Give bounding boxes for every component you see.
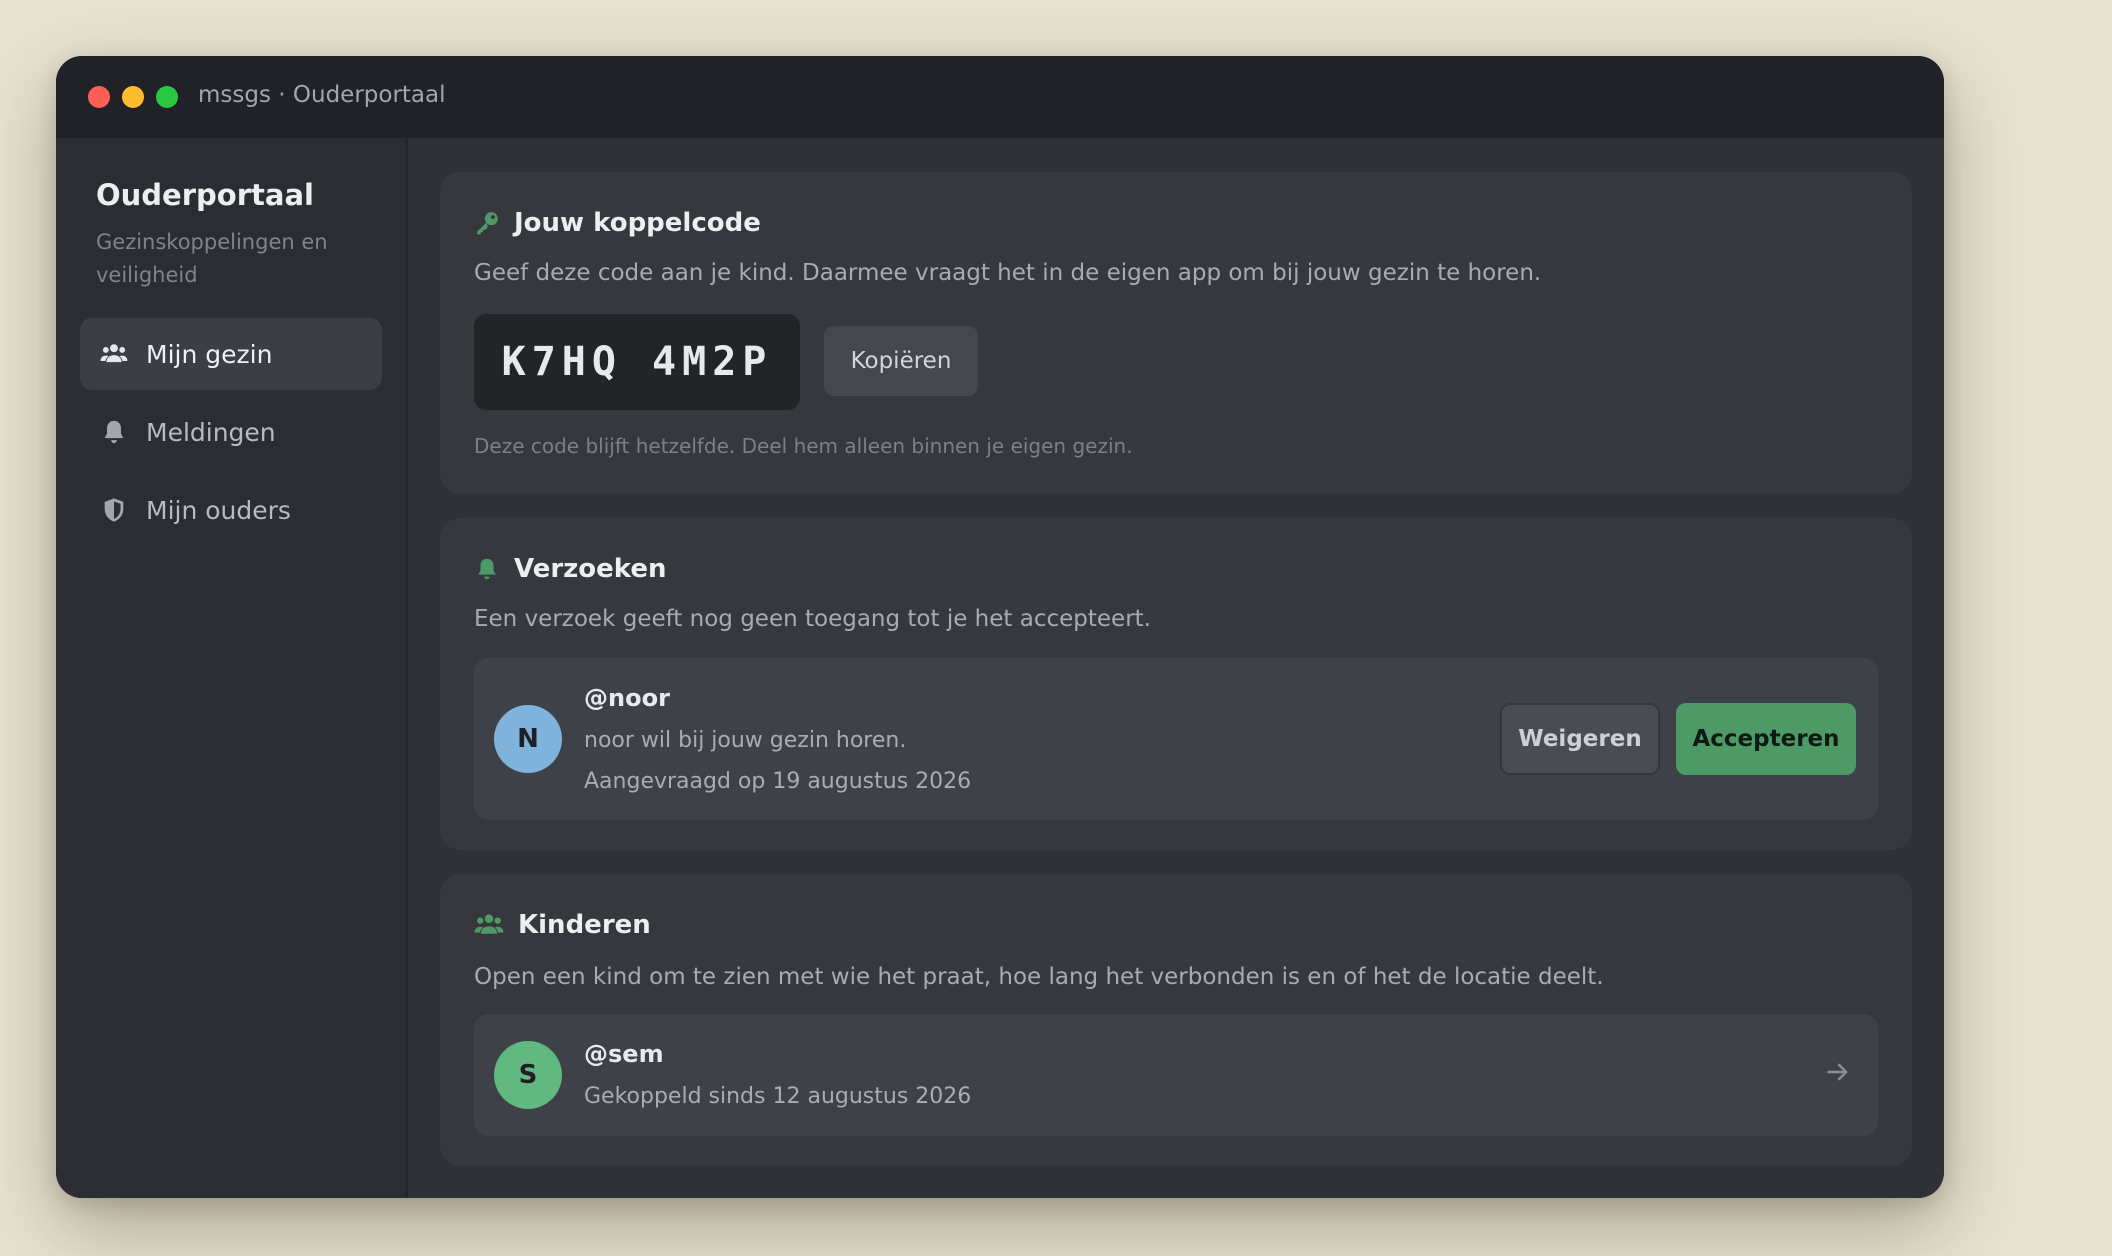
avatar: S (494, 1041, 562, 1109)
sidebar-item-label: Mijn ouders (146, 495, 291, 525)
code-card: Jouw koppelcode Geef deze code aan je ki… (440, 172, 1912, 494)
children-card-header: Kinderen (474, 910, 651, 940)
users-icon (100, 344, 128, 363)
avatar: N (494, 705, 562, 773)
shield-icon (104, 498, 124, 522)
maximize-window-button[interactable] (156, 86, 178, 108)
sidebar-item-label: Mijn gezin (146, 339, 273, 369)
sidebar-subtitle: Gezinskoppelingen en veiligheid (96, 230, 328, 287)
children-card-title: Kinderen (518, 910, 651, 940)
title-bar: mssgs · Ouderportaal (56, 56, 1944, 138)
child-row[interactable]: S @sem Gekoppeld sinds 12 augustus 2026 (474, 1014, 1878, 1136)
sidebar-item-label: Meldingen (146, 417, 276, 447)
app-window: mssgs · Ouderportaal Ouderportaal Gezins… (56, 56, 1944, 1198)
child-username: @sem (584, 1040, 664, 1068)
request-username: @noor (584, 684, 670, 712)
arrow-right-icon (1827, 1063, 1848, 1081)
requests-card-description: Een verzoek geeft nog geen toegang tot j… (474, 606, 1151, 632)
code-card-description: Geef deze code aan je kind. Daarmee vraa… (474, 260, 1542, 286)
sidebar-item-meldingen[interactable]: Meldingen (80, 396, 382, 468)
request-row: N @noor noor wil bij jouw gezin horen. A… (474, 658, 1878, 820)
bell-icon (478, 558, 496, 580)
code-note: Deze code blijft hetzelfde. Deel hem all… (474, 434, 1133, 458)
sidebar-item-mijn-gezin[interactable]: Mijn gezin (80, 318, 382, 390)
bell-icon (104, 420, 124, 444)
code-card-title: Jouw koppelcode (514, 208, 761, 238)
copy-button[interactable]: Kopiëren (824, 326, 978, 396)
children-card: Kinderen Open een kind om te zien met wi… (440, 874, 1912, 1166)
link-code: K7HQ 4M2P (474, 314, 800, 410)
requests-card-header: Verzoeken (474, 554, 667, 584)
children-card-description: Open een kind om te zien met wie het pra… (474, 964, 1604, 990)
requests-card-title: Verzoeken (514, 554, 667, 584)
sidebar: Ouderportaal Gezinskoppelingen en veilig… (56, 138, 408, 1198)
request-date: Aangevraagd op 19 augustus 2026 (584, 769, 972, 794)
close-window-button[interactable] (88, 86, 110, 108)
key-icon (477, 212, 498, 235)
sidebar-item-mijn-ouders[interactable]: Mijn ouders (80, 474, 382, 546)
accept-button[interactable]: Accepteren (1676, 703, 1856, 775)
users-icon (474, 914, 504, 934)
main-content: Jouw koppelcode Geef deze code aan je ki… (408, 138, 1944, 1198)
reject-button[interactable]: Weigeren (1500, 703, 1660, 775)
requests-card: Verzoeken Een verzoek geeft nog geen toe… (440, 518, 1912, 850)
minimize-window-button[interactable] (122, 86, 144, 108)
window-title: mssgs · Ouderportaal (198, 82, 446, 108)
child-linked-date: Gekoppeld sinds 12 augustus 2026 (584, 1084, 972, 1109)
request-message: noor wil bij jouw gezin horen. (584, 728, 907, 753)
code-card-header: Jouw koppelcode (474, 208, 761, 238)
sidebar-title: Ouderportaal (96, 178, 314, 212)
